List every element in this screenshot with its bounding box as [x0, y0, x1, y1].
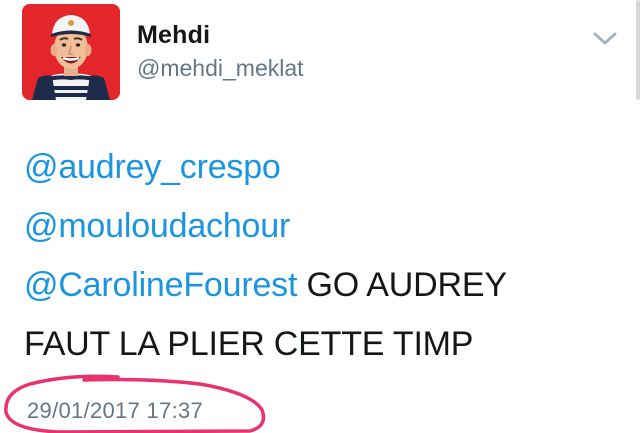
mention-link[interactable]: @audrey_crespo — [24, 148, 281, 186]
mention-link[interactable]: @mouloudachour — [24, 207, 290, 245]
tweet-text: FAUT LA PLIER CETTE TIMP — [24, 325, 474, 363]
profile-photo-icon — [22, 4, 120, 100]
tweet-text-line: @mouloudachour — [24, 206, 290, 246]
tweet-text-line: @audrey_crespo — [24, 147, 281, 187]
tweet-text-line: @CarolineFourest GO AUDREY — [24, 265, 507, 305]
avatar[interactable] — [22, 4, 120, 100]
tweet-text: GO AUDREY — [297, 266, 507, 304]
mention-link[interactable]: @CarolineFourest — [24, 266, 297, 304]
tweet-timestamp[interactable]: 29/01/2017 17:37 — [27, 398, 203, 424]
chevron-down-icon[interactable] — [592, 28, 618, 48]
tweet-text-line: FAUT LA PLIER CETTE TIMP — [24, 324, 473, 364]
tweet-card: Mehdi @mehdi_meklat @audrey_crespo @moul… — [0, 0, 640, 433]
user-display-name[interactable]: Mehdi — [137, 21, 210, 50]
scrollbar[interactable] — [636, 0, 640, 100]
user-handle[interactable]: @mehdi_meklat — [137, 55, 304, 82]
